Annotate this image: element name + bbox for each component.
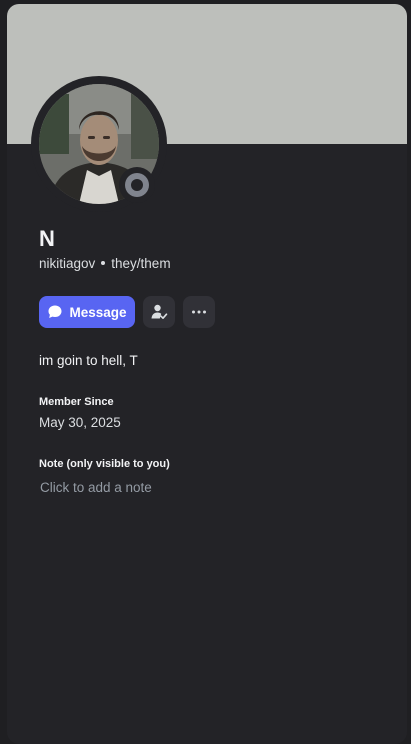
friend-button[interactable]: [143, 296, 175, 328]
member-since-date: May 30, 2025: [39, 415, 121, 430]
note-input[interactable]: [37, 476, 383, 498]
message-button[interactable]: Message: [39, 296, 135, 328]
profile-card: N nikitiagov they/them Message im goin to…: [7, 4, 407, 744]
note-heading: Note (only visible to you): [39, 458, 170, 470]
username-line: nikitiagov they/them: [39, 256, 171, 271]
add-friend-icon: [151, 304, 168, 319]
display-name: N: [39, 226, 55, 251]
offline-status-icon: [125, 173, 149, 197]
separator-dot-icon: [101, 261, 106, 266]
username[interactable]: nikitiagov: [39, 256, 95, 271]
member-since-heading: Member Since: [39, 396, 114, 408]
more-options-button[interactable]: [183, 296, 215, 328]
more-dots-icon: [192, 310, 206, 314]
chat-bubble-icon: [48, 305, 62, 318]
bio-text: im goin to hell, T: [39, 353, 138, 368]
message-button-label: Message: [69, 304, 127, 320]
pronouns: they/them: [111, 256, 171, 271]
